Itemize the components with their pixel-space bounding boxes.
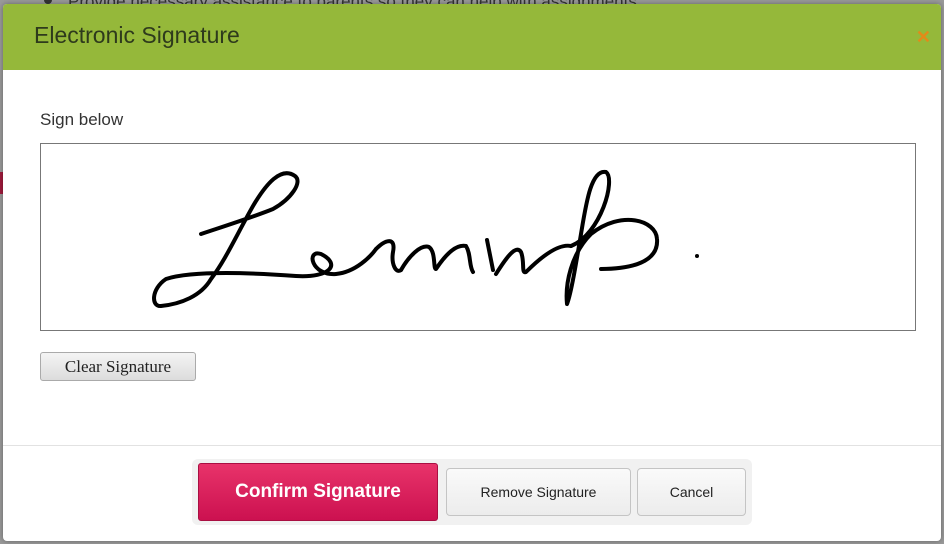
sign-below-label: Sign below [40, 110, 124, 129]
signature-stroke-n2 [494, 243, 573, 276]
confirm-signature-button[interactable]: Confirm Signature [198, 463, 438, 521]
remove-signature-button[interactable]: Remove Signature [446, 468, 631, 516]
signature-dialog: Electronic Signature ✕ Sign below Clear … [3, 4, 941, 541]
footer-divider [3, 445, 941, 446]
dialog-title: Electronic Signature [34, 22, 240, 48]
handwritten-signature [152, 169, 660, 308]
signature-stroke-b [564, 169, 660, 306]
dialog-header: Electronic Signature ✕ [3, 4, 941, 70]
clear-signature-button[interactable]: Clear Signature [40, 352, 196, 381]
signature-stroke-e [374, 239, 403, 273]
signature-drawing [152, 169, 699, 308]
signature-stroke-n [399, 243, 475, 274]
close-icon[interactable]: ✕ [916, 28, 931, 46]
cancel-button[interactable]: Cancel [637, 468, 746, 516]
signature-stroke-l [152, 171, 378, 308]
signature-stroke-i [485, 238, 495, 272]
signature-pad[interactable] [40, 143, 916, 331]
signature-dot [695, 254, 699, 258]
